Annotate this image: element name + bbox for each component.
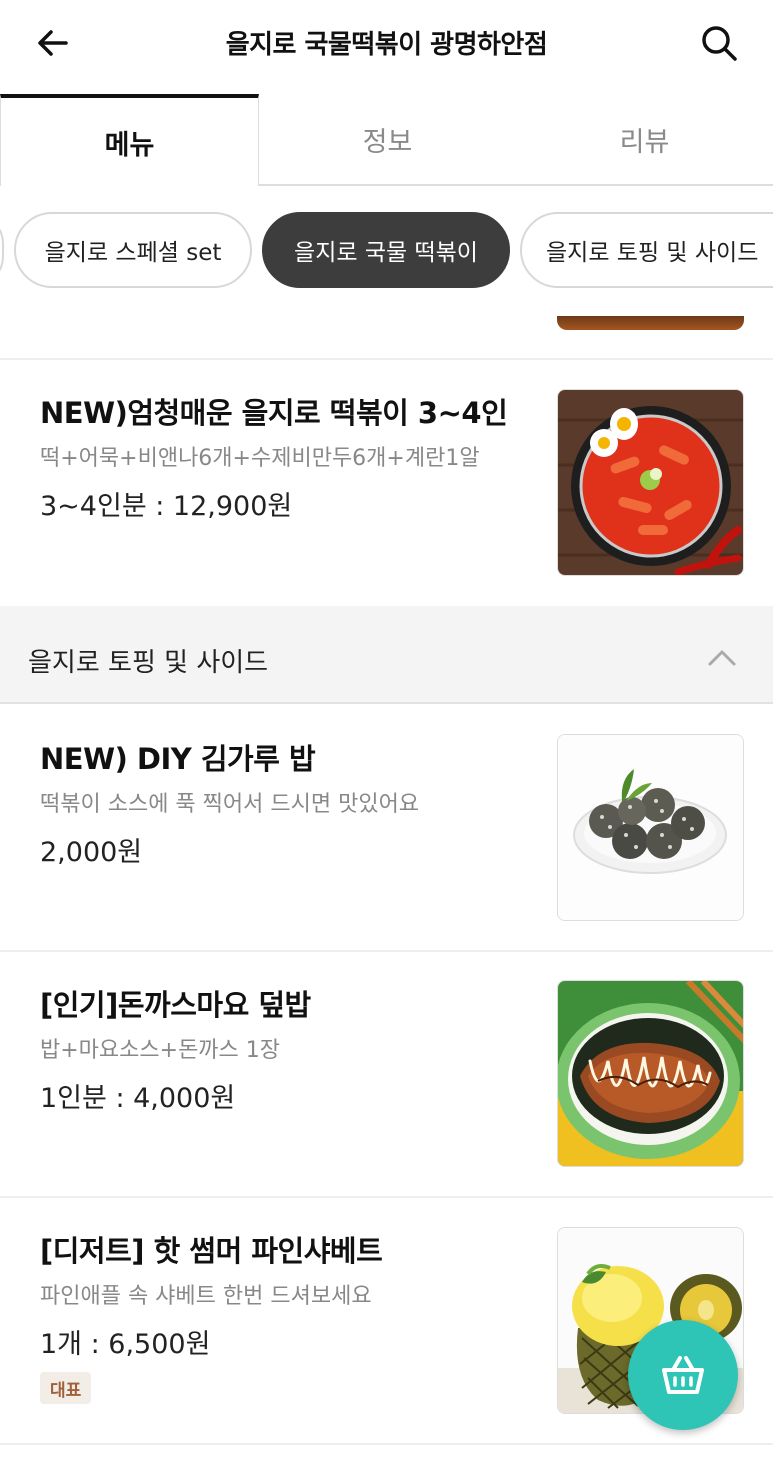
menu-item-name: NEW)엄청매운 을지로 떡볶이 3~4인 (40, 396, 508, 430)
donkatsu-rice-bowl-photo (557, 980, 744, 1167)
category-chip-soup-tteokbokki[interactable]: 을지로 국물 떡볶이 (262, 212, 510, 288)
section-title: 을지로 토핑 및 사이드 (28, 648, 269, 678)
tab-bar: 메뉴 정보 리뷰 (0, 94, 773, 186)
menu-item-price: 2,000원 (40, 837, 143, 868)
menu-item[interactable]: NEW)엄청매운 을지로 떡볶이 3~4인 떡+어묵+비앤나6개+수제비만두6개… (0, 360, 773, 605)
menu-item[interactable]: NEW) DIY 김가루 밥 떡볶이 소스에 푹 찍어서 드시면 맛있어요 2,… (0, 706, 773, 951)
chip-label: 을지로 스페셜 set (44, 240, 222, 266)
menu-item-description: 밥+마요소스+돈까스 1장 (40, 1038, 281, 1063)
page-title: 을지로 국물떡볶이 광명하안점 (225, 30, 548, 60)
tab-menu[interactable]: 메뉴 (0, 94, 259, 186)
menu-item-description: 떡볶이 소스에 푹 찍어서 드시면 맛있어요 (40, 792, 420, 817)
previous-item-image (557, 298, 744, 330)
menu-item-description: 파인애플 속 샤베트 한번 드셔보세요 (40, 1284, 372, 1309)
tab-reviews[interactable]: 리뷰 (516, 94, 773, 184)
tab-label: 정보 (362, 126, 413, 158)
menu-item[interactable]: [인기]돈까스마요 덮밥 밥+마요소스+돈까스 1장 1인분 : 4,000원 (0, 952, 773, 1197)
menu-item-name: [인기]돈까스마요 덮밥 (40, 988, 311, 1022)
chip-label: 을지로 토핑 및 사이드 (546, 240, 759, 266)
menu-item-price: 1인분 : 4,000원 (40, 1083, 236, 1114)
category-chip-special-set[interactable]: 을지로 스페셜 set (14, 212, 252, 288)
basket-icon (662, 1356, 704, 1394)
search-icon (702, 26, 737, 61)
search-button[interactable] (694, 18, 744, 68)
cart-button[interactable] (628, 1320, 738, 1430)
top-bar: 을지로 국물떡볶이 광명하안점 (0, 0, 773, 86)
category-chip-previous[interactable] (0, 212, 4, 288)
category-chip-toppings-sides[interactable]: 을지로 토핑 및 사이드 (520, 212, 773, 288)
tab-info[interactable]: 정보 (259, 94, 516, 184)
section-header-toppings-sides[interactable]: 을지로 토핑 및 사이드 (0, 606, 773, 704)
rice-ball-photo (557, 734, 744, 921)
arrow-left-icon (38, 30, 68, 56)
tab-label: 리뷰 (619, 126, 670, 158)
tab-label: 메뉴 (104, 129, 155, 161)
menu-item-name: [디저트] 핫 썸머 파인샤베트 (40, 1234, 383, 1268)
chip-label: 을지로 국물 떡볶이 (294, 240, 478, 266)
menu-item-price: 1개 : 6,500원 (40, 1329, 211, 1360)
divider (0, 1443, 773, 1445)
chevron-up-icon (708, 650, 736, 666)
tteokbokki-photo (557, 389, 744, 576)
menu-item-description: 떡+어묵+비앤나6개+수제비만두6개+계란1알 (40, 446, 480, 471)
category-chip-bar[interactable]: 을지로 스페셜 set 을지로 국물 떡볶이 을지로 토핑 및 사이드 (0, 212, 773, 290)
back-button[interactable] (28, 18, 78, 68)
menu-item-name: NEW) DIY 김가루 밥 (40, 742, 316, 776)
menu-item-price: 3~4인분 : 12,900원 (40, 491, 293, 522)
signature-badge: 대표 (40, 1372, 92, 1404)
